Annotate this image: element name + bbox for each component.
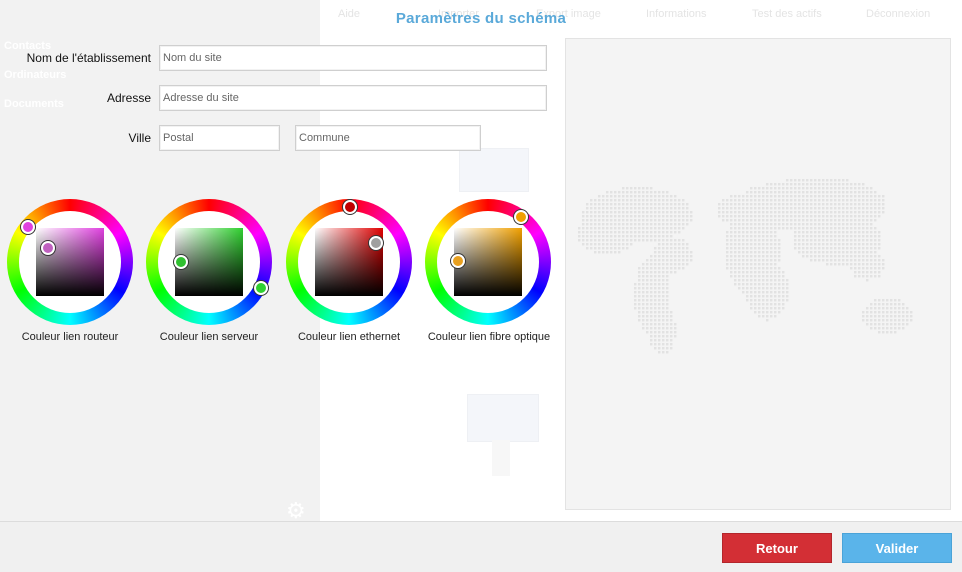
hue-handle[interactable] [21,220,35,234]
name-label: Nom de l'établissement [26,51,151,65]
side-computers: Ordinateurs [4,69,67,81]
back-button[interactable]: Retour [722,533,832,563]
dialog-title: Paramètres du schéma [395,10,567,27]
color-handle[interactable] [41,241,55,255]
server-color-picker[interactable] [146,199,272,325]
validate-button[interactable]: Valider [842,533,952,563]
commune-input[interactable] [296,126,480,150]
postal-field[interactable] [159,125,280,151]
city-label: Ville [128,131,151,145]
address-label: Adresse [106,91,151,105]
commune-field[interactable] [295,125,481,151]
hue-handle[interactable] [343,200,357,214]
site-name-field[interactable] [159,45,547,71]
monitor-stand [492,440,510,476]
computer-icon [459,148,529,192]
address-input[interactable] [160,86,546,110]
saturation-square[interactable] [36,228,104,296]
ethernet-color-picker[interactable] [286,199,412,325]
site-name-input[interactable] [160,46,546,70]
postal-input[interactable] [160,126,279,150]
map-preview [565,38,951,510]
router-color-label: Couleur lien routeur [21,331,119,343]
hue-handle[interactable] [514,210,528,224]
fiber-color-picker[interactable] [425,199,551,325]
server-color-label: Couleur lien serveur [159,331,259,343]
fiber-color-label: Couleur lien fibre optique [427,331,551,343]
monitor-icon [467,394,539,442]
ethernet-color-label: Couleur lien ethernet [297,331,401,343]
dialog-footer: Retour Valider [0,521,962,572]
address-field[interactable] [159,85,547,111]
router-color-picker[interactable] [7,199,133,325]
hue-handle[interactable] [254,281,268,295]
color-handle[interactable] [174,255,188,269]
color-handle[interactable] [451,254,465,268]
world-map-image [578,179,913,354]
color-handle[interactable] [369,236,383,250]
